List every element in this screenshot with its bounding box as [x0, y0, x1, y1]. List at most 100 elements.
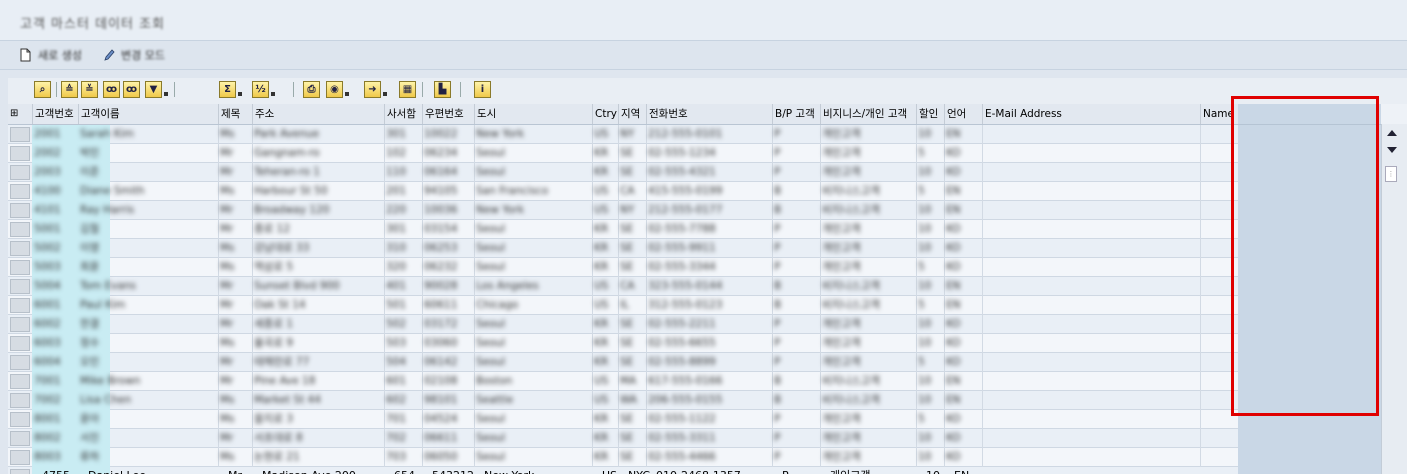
- table-row[interactable]: 6004 오민 Mr 테헤란로 77 504 06142 Seoul KR SE 02-555-8…: [8, 353, 1238, 372]
- column-divider: [772, 372, 773, 391]
- table-row[interactable]: 8001 윤아 Ms 을지로 3 701 04524 Seoul KR SE 02-555-112…: [8, 410, 1238, 429]
- cell-title: Mr: [220, 147, 234, 159]
- views-dropdown[interactable]: [345, 92, 349, 96]
- table-row[interactable]: 5002 이영 Ms 강남대로 33 310 06253 Seoul KR SE 02-555-9…: [8, 239, 1238, 258]
- column-header-address[interactable]: 주소: [252, 104, 384, 124]
- row-selector[interactable]: [10, 279, 30, 294]
- filter-button[interactable]: ▼: [145, 81, 162, 98]
- layout-button[interactable]: ▦: [399, 81, 416, 98]
- row-selector[interactable]: [10, 374, 30, 389]
- table-row[interactable]: 4755 Daniel Lee Mr Madison Ave 200 654 543212…: [8, 467, 1238, 474]
- graphic-button[interactable]: ▙: [434, 81, 451, 98]
- column-header-phone[interactable]: 전화번호: [646, 104, 772, 124]
- row-selector[interactable]: [10, 393, 30, 408]
- table-row[interactable]: 2003 이준 Mr Teheran-ro 1 110 06164 Seoul KR SE 02-…: [8, 163, 1238, 182]
- export-button[interactable]: ➜: [364, 81, 381, 98]
- vertical-scrollbar[interactable]: ⋮: [1381, 124, 1407, 474]
- cell-title: Mr: [220, 432, 234, 444]
- column-header-po-box[interactable]: 사서함: [384, 104, 422, 124]
- table-row[interactable]: 5004 Tom Evans Mr Sunset Blvd 900 401 90028 Lo…: [8, 277, 1238, 296]
- column-header-customer-name[interactable]: 고객이름: [78, 104, 218, 124]
- table-row[interactable]: 6002 한결 Mr 세종로 1 502 03172 Seoul KR SE 02-555-221…: [8, 315, 1238, 334]
- column-header-business-type[interactable]: 비지니스/개인 고객: [820, 104, 916, 124]
- cell-language: KO: [946, 223, 961, 235]
- views-button[interactable]: ◉: [326, 81, 343, 98]
- column-divider: [944, 277, 945, 296]
- column-header-row: ⊞ 고객번호 고객이름 제목 주소 사서함 우편번호 도시 Ctry 지역 전화…: [8, 104, 1238, 125]
- row-selector[interactable]: [10, 241, 30, 256]
- print-button[interactable]: ⎙: [303, 81, 320, 98]
- cell-region: SE: [620, 147, 634, 159]
- table-row[interactable]: 4100 Diane Smith Ms Harbour St 50 201 94105 Sa…: [8, 182, 1238, 201]
- table-row[interactable]: 8003 류하 Ms 논현로 21 703 06050 Seoul KR SE 02-555-44…: [8, 448, 1238, 467]
- column-header-language[interactable]: 언어: [944, 104, 982, 124]
- row-selector[interactable]: [10, 431, 30, 446]
- scroll-down-icon[interactable]: [1387, 147, 1397, 153]
- total-button[interactable]: Σ: [219, 81, 236, 98]
- column-divider: [474, 372, 475, 391]
- table-row[interactable]: 8002 서진 Mr 서초대로 8 702 06611 Seoul KR SE 02-555-33…: [8, 429, 1238, 448]
- column-header-email[interactable]: E-Mail Address: [982, 104, 1200, 124]
- row-selector[interactable]: [10, 450, 30, 465]
- row-selector[interactable]: [10, 146, 30, 161]
- table-row[interactable]: 5003 최윤 Ms 역삼로 5 320 06232 Seoul KR SE 02-555-334…: [8, 258, 1238, 277]
- views-icon: ◉: [330, 84, 339, 95]
- table-row[interactable]: 6001 Paul Kim Mr Oak St 14 501 60611 Chicago US…: [8, 296, 1238, 315]
- table-row[interactable]: 2002 박민 Mr Gangnam-ro 102 06234 Seoul KR SE 02-55…: [8, 144, 1238, 163]
- row-selector[interactable]: [10, 222, 30, 237]
- subtotal-dropdown[interactable]: [271, 92, 275, 96]
- column-divider: [772, 448, 773, 467]
- table-row[interactable]: 7002 Lisa Chen Ms Market St 44 602 98101 Seatt…: [8, 391, 1238, 410]
- row-selector[interactable]: [10, 355, 30, 370]
- column-divider: [422, 296, 423, 315]
- column-header-country[interactable]: Ctry: [592, 104, 618, 124]
- cell-discount: 10: [918, 318, 932, 330]
- column-divider: [772, 258, 773, 277]
- cell-language: KO: [946, 337, 961, 349]
- info-button[interactable]: i: [474, 81, 491, 98]
- scroll-thumb[interactable]: ⋮: [1385, 166, 1397, 182]
- total-dropdown[interactable]: [238, 92, 242, 96]
- details-button[interactable]: ⌕: [34, 81, 51, 98]
- row-selector[interactable]: [10, 127, 30, 142]
- row-selector[interactable]: [10, 184, 30, 199]
- cell-bp-customer: P: [782, 469, 789, 474]
- row-selector[interactable]: [10, 165, 30, 180]
- column-header-bp-customer[interactable]: B/P 고객: [772, 104, 820, 124]
- column-header-region[interactable]: 지역: [618, 104, 646, 124]
- column-header-postal-code[interactable]: 우편번호: [422, 104, 474, 124]
- column-header-discount[interactable]: 할인: [916, 104, 944, 124]
- select-all-icon[interactable]: ⊞: [8, 104, 32, 124]
- table-row[interactable]: 6003 정수 Ms 율곡로 9 503 03060 Seoul KR SE 02-555-665…: [8, 334, 1238, 353]
- subtotal-button[interactable]: ½: [252, 81, 269, 98]
- find-button[interactable]: ꝏ: [103, 81, 120, 98]
- change-button[interactable]: 변경 모드: [103, 47, 165, 63]
- create-button[interactable]: 새로 생성: [20, 47, 82, 63]
- column-header-city[interactable]: 도시: [474, 104, 592, 124]
- column-header-customer-no[interactable]: 고객번호: [32, 104, 78, 124]
- row-selector[interactable]: [10, 203, 30, 218]
- cell-region: SE: [620, 223, 634, 235]
- scroll-up-icon[interactable]: [1387, 130, 1397, 136]
- column-header-title[interactable]: 제목: [218, 104, 252, 124]
- table-row[interactable]: 5001 김철 Mr 종로 12 301 03154 Seoul KR SE 02-555-778…: [8, 220, 1238, 239]
- table-row[interactable]: 7001 Mike Brown Mr Pine Ave 18 601 02108 Bosto…: [8, 372, 1238, 391]
- cell-phone: 415-555-0199: [648, 185, 723, 197]
- cell-country: KR: [594, 242, 609, 254]
- row-selector[interactable]: [10, 336, 30, 351]
- filter-dropdown[interactable]: [164, 92, 168, 96]
- change-label: 변경 모드: [121, 49, 165, 62]
- cell-title: Ms: [220, 394, 235, 406]
- row-selector[interactable]: [10, 469, 30, 474]
- export-dropdown[interactable]: [383, 92, 387, 96]
- row-selector[interactable]: [10, 317, 30, 332]
- row-selector[interactable]: [10, 412, 30, 427]
- row-selector[interactable]: [10, 260, 30, 275]
- sort-ascending-button[interactable]: ≙: [61, 81, 78, 98]
- row-selector[interactable]: [10, 298, 30, 313]
- column-divider: [252, 334, 253, 353]
- find-next-button[interactable]: ꝏ: [123, 81, 140, 98]
- table-row[interactable]: 2001 Sarah Kim Ms Park Avenue 301 10022 New Yo…: [8, 125, 1238, 144]
- sort-descending-button[interactable]: ≚: [81, 81, 98, 98]
- table-row[interactable]: 4101 Ray Harris Mr Broadway 120 220 10036 New …: [8, 201, 1238, 220]
